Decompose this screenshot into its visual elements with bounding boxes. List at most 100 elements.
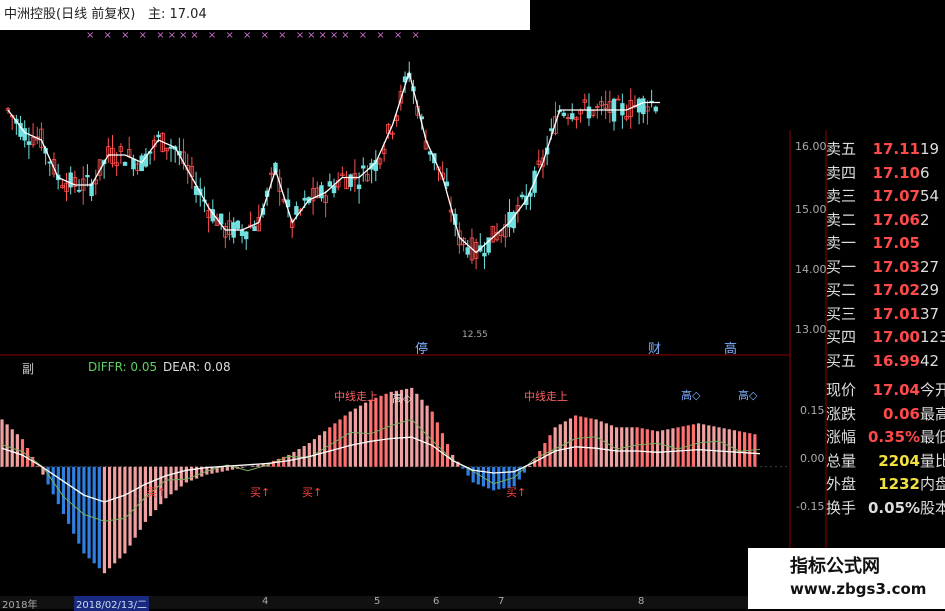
indicator-bar [107, 466, 112, 569]
quote-label: 现价 [826, 381, 857, 399]
candle-body [235, 220, 241, 229]
quote-label: 涨幅 [826, 428, 857, 446]
indicator-bar [256, 464, 260, 467]
indicator-bar [328, 427, 332, 467]
price-tick: 13.00 [795, 323, 827, 336]
quote-stat-row: 外盘 1232内盘 [826, 473, 945, 494]
indicator-bar [655, 431, 660, 467]
candle-body [586, 106, 592, 119]
order-book-row: 买三 17.0137 [826, 303, 945, 324]
quote-value: 17.10 [872, 163, 920, 182]
indicator-tick: 0.00 [800, 452, 825, 465]
annotation-label: 买↑ [302, 486, 323, 499]
quote-extra: 内盘 [920, 475, 945, 493]
quote-label: 买四 [826, 328, 857, 346]
price-tick: 14.00 [795, 263, 827, 276]
order-book-row: 卖三 17.0754 [826, 185, 945, 206]
candle-body [239, 229, 245, 237]
annotation-label: 中线走上 [334, 390, 378, 403]
indicator-bar [661, 430, 665, 467]
indicator-bar [56, 466, 60, 505]
quote-label: 涨跌 [826, 404, 857, 423]
quote-label: 卖三 [826, 187, 857, 205]
candle-body [168, 146, 174, 149]
indicator-bar [333, 423, 337, 467]
indicator-tick: -0.15 [796, 500, 825, 513]
quote-extra: 6 [920, 163, 930, 182]
candle-body [561, 112, 567, 117]
quote-extra: 27 [920, 257, 940, 276]
indicator-bar [128, 466, 132, 546]
watermark-title: 指标公式网 [790, 556, 880, 577]
candle-body [348, 174, 353, 187]
quote-extra: 54 [920, 187, 940, 205]
annotation-label: 买↑ [146, 486, 167, 499]
indicator-bar [220, 466, 224, 472]
indicator-bar [574, 415, 578, 467]
quote-extra: 最高 [920, 404, 945, 423]
annotation-label: 高◇ [681, 389, 701, 402]
date-label: 6 [433, 596, 440, 607]
quote-value: 17.00 [872, 328, 920, 346]
indicator-bar [599, 421, 603, 467]
indicator-bar [113, 466, 117, 564]
candle-body [252, 226, 257, 232]
low-value-label: 12.55 [462, 330, 488, 340]
annotation-label: 买↑ [506, 486, 527, 499]
quote-label: 卖五 [826, 140, 857, 158]
indicator-bar [97, 466, 101, 569]
order-book-row: 卖五 17.1119 [826, 138, 945, 159]
indicator-bar [312, 439, 317, 467]
candle-body [244, 231, 249, 240]
indicator-bar [353, 408, 357, 467]
indicator-bar [302, 446, 306, 467]
order-book-row: 卖一 17.05 [826, 232, 945, 253]
indicator-bar [0, 419, 4, 467]
indicator-bar [691, 424, 696, 467]
indicator-bar [102, 466, 107, 574]
indicator-bar [420, 399, 424, 467]
quote-label: 卖一 [826, 234, 857, 252]
indicator-bar [36, 465, 40, 467]
quote-label: 换手 [826, 498, 857, 517]
candle-body [465, 247, 470, 255]
indicator-bar [568, 418, 573, 467]
quote-extra: 29 [920, 281, 940, 299]
date-label: 7 [498, 596, 505, 607]
candle-body [641, 98, 646, 115]
indicator-bar [174, 466, 178, 491]
indicator-bar [594, 419, 598, 467]
indicator-bar [497, 466, 501, 490]
quote-value: 2204 [878, 451, 920, 470]
stock-name[interactable]: 中洲控股(日线 前复权) [4, 7, 135, 22]
indicator-bar [179, 466, 183, 487]
indicator-bar [620, 427, 624, 467]
indicator-bar [681, 426, 685, 467]
indicator-bar [589, 418, 593, 467]
indicator-bar [614, 427, 619, 467]
candle-body [294, 206, 299, 215]
quote-value: 17.05 [872, 234, 920, 252]
order-book-row: 买一 17.0327 [826, 256, 945, 277]
indicator-tick: 0.15 [800, 404, 825, 417]
quote-value: 17.11 [872, 140, 920, 158]
indicator-bar [82, 466, 86, 554]
candle-body [68, 172, 73, 188]
indicator-bar [225, 466, 229, 471]
indicator-bar [87, 466, 91, 559]
candle-body [26, 141, 32, 145]
watermark: 指标公式网 www.zbgs3.com [748, 548, 945, 609]
halt-marker: 停 [415, 342, 429, 357]
candle-body [76, 189, 82, 192]
indicator-bar [666, 429, 670, 467]
candle-body [653, 106, 659, 112]
annotation-label: 高◇ [392, 392, 412, 405]
candle-body [519, 194, 525, 198]
date-label: 8 [638, 596, 645, 607]
quote-extra: 2 [920, 210, 930, 229]
order-book-row: 卖四 17.106 [826, 162, 945, 183]
candle-body [131, 158, 136, 170]
dear-label: DEAR: 0.08 [163, 360, 231, 374]
indicator-bar [343, 415, 347, 467]
date-label: 5 [374, 596, 381, 607]
